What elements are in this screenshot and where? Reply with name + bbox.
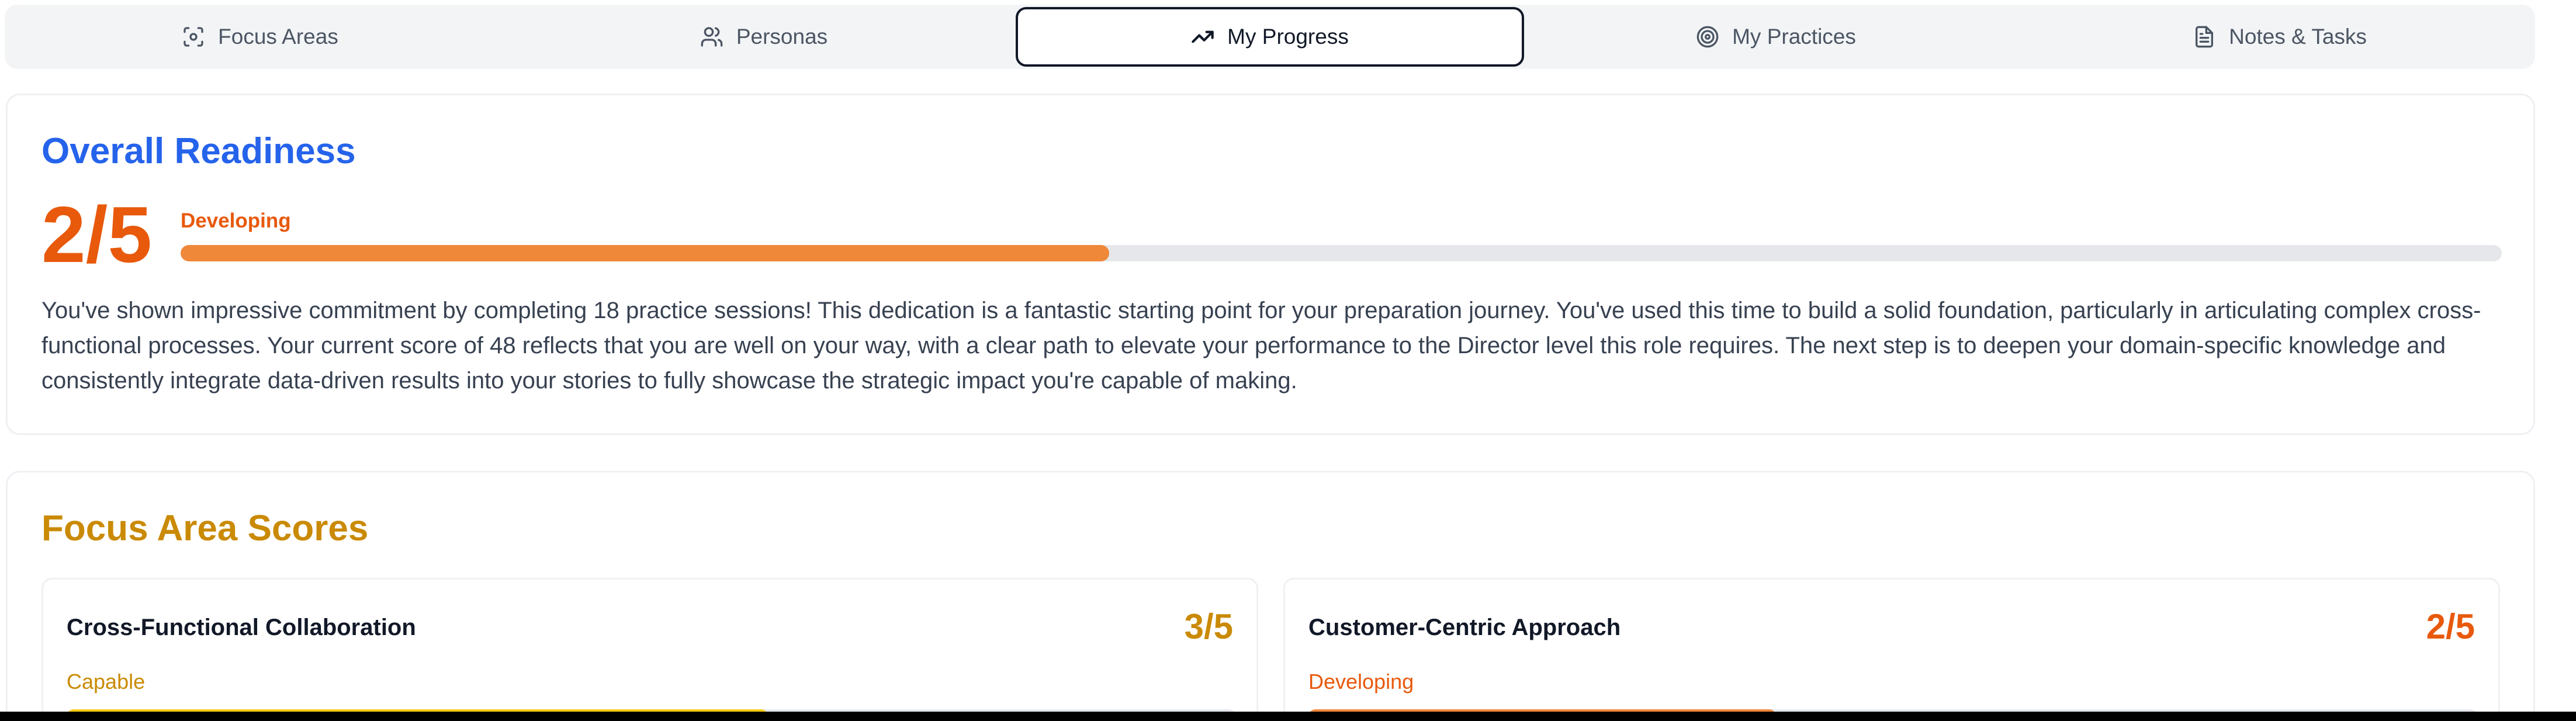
tab-label: My Progress: [1227, 25, 1349, 49]
target-icon: [1696, 26, 1719, 48]
file-text-icon: [2196, 26, 2214, 48]
users-icon: [701, 27, 723, 47]
focus-area-name: Cross-Functional Collaboration: [67, 615, 416, 640]
focus-area-scores-card: Focus Area Scores Cross-Functional Colla…: [6, 471, 2535, 721]
tab-notes-tasks[interactable]: Notes & Tasks: [2028, 7, 2532, 67]
focus-area-level: Developing: [1308, 670, 1414, 694]
tab-my-practices[interactable]: My Practices: [1524, 7, 2028, 67]
trending-up-icon: [1192, 30, 1214, 43]
focus-area-score: 2/5: [2426, 607, 2475, 646]
readiness-score: 2/5: [41, 190, 153, 279]
focus-area-card-customer-centric[interactable]: Customer-Centric Approach 2/5 Developing: [1283, 578, 2500, 721]
tab-label: Personas: [736, 25, 828, 49]
focus-scores-title: Focus Area Scores: [41, 508, 369, 548]
overall-readiness-card: Overall Readiness 2/5 Developing You've …: [6, 94, 2535, 435]
focus-area-card-cross-functional[interactable]: Cross-Functional Collaboration 3/5 Capab…: [41, 578, 1258, 721]
readiness-title: Overall Readiness: [41, 131, 356, 171]
focus-icon: [183, 27, 203, 47]
tab-label: Focus Areas: [218, 25, 338, 49]
tab-personas[interactable]: Personas: [512, 7, 1016, 67]
tab-my-progress[interactable]: My Progress: [1016, 7, 1524, 67]
focus-area-level: Capable: [67, 670, 146, 694]
tab-bar: Focus Areas Personas My Progress My Prac…: [5, 5, 2535, 69]
tab-label: My Practices: [1732, 25, 1856, 49]
tab-label: Notes & Tasks: [2229, 25, 2367, 49]
bottom-edge: [0, 712, 2576, 721]
readiness-progress-bar: [181, 245, 2502, 261]
readiness-level: Developing: [181, 209, 291, 232]
focus-area-score: 3/5: [1184, 607, 1233, 646]
focus-area-name: Customer-Centric Approach: [1308, 615, 1621, 640]
readiness-progress-fill: [181, 245, 1109, 261]
tab-focus-areas[interactable]: Focus Areas: [8, 7, 512, 67]
readiness-summary: You've shown impressive commitment by co…: [41, 298, 2481, 394]
